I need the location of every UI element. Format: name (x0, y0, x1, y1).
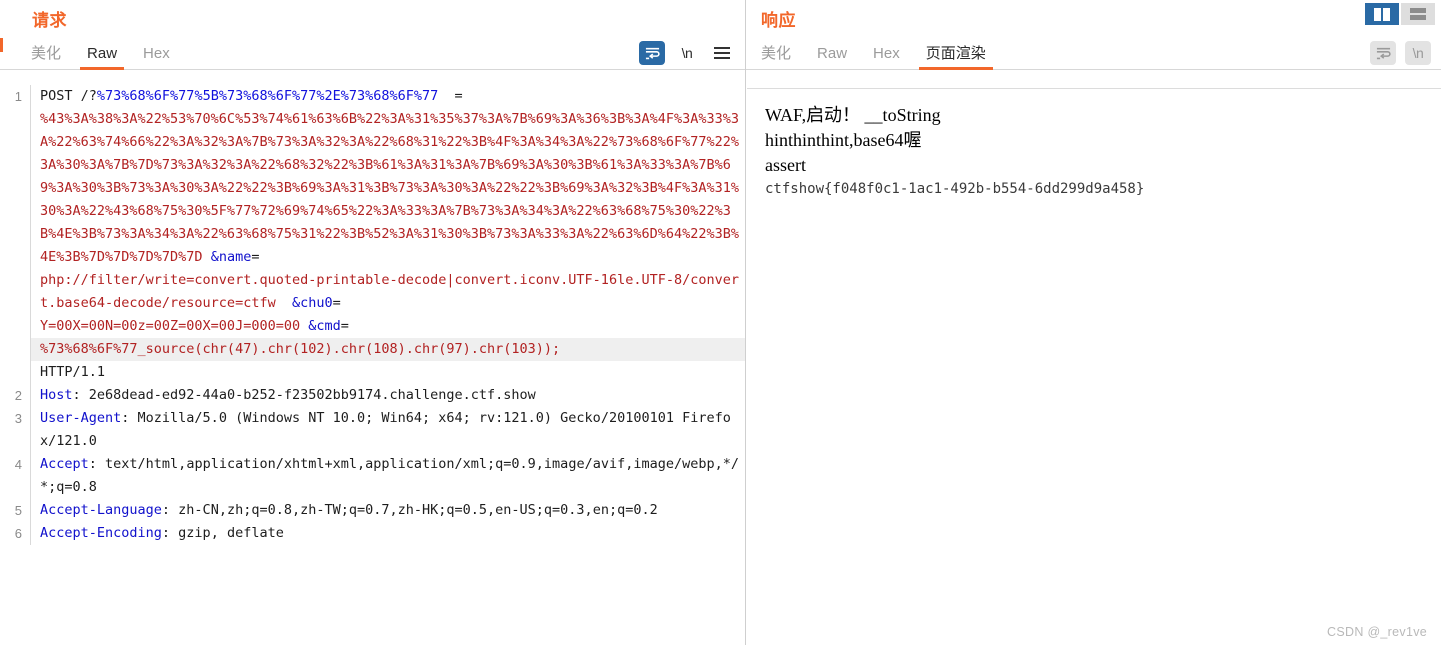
code-token-key: Accept (40, 456, 89, 472)
hamburger-glyph (714, 47, 730, 59)
rendered-line: WAF,启动！ __toString (765, 105, 941, 125)
code-token-plain: = (332, 295, 341, 311)
code-token-red: Y=00X=00N=00z=00Z=00X=00J=000=00 (40, 318, 301, 334)
code-token-plain: : text/html,application/xhtml+xml,applic… (40, 456, 739, 495)
response-rendered-page: WAF,启动！ __toString hinthinthint,base64喔 … (747, 88, 1441, 645)
tab-response-render[interactable]: 页面渲染 (913, 45, 999, 70)
code-token-key: &chu0 (291, 295, 333, 311)
code-token-key: Accept-Encoding (40, 525, 162, 541)
layout-toggle-group (1365, 3, 1435, 25)
line-number: 2 (14, 388, 22, 403)
line-number: 3 (14, 411, 22, 426)
code-token-key: &name (210, 249, 252, 265)
request-code-lines: 1 POST /?%73%68%6F%77%5B%73%68%6F%77%2E%7… (0, 85, 745, 545)
tab-request-beautify[interactable]: 美化 (18, 45, 74, 69)
burp-request-response-view: 请求 美化 Raw Hex \n 1 POST /?%73%68%6F%77%5… (0, 0, 1441, 645)
code-row: %73%68%6F%77_source(chr(47).chr(102).chr… (0, 338, 745, 361)
vertical-split-layout-icon[interactable] (1365, 3, 1399, 25)
code-token-plain: : gzip, deflate (161, 525, 284, 541)
tab-response-raw[interactable]: Raw (804, 45, 860, 69)
code-line[interactable]: POST /?%73%68%6F%77%5B%73%68%6F%77%2E%73… (30, 85, 745, 338)
code-token-key: Accept-Language (40, 502, 162, 518)
code-token-key: Host (40, 387, 73, 403)
flag-text: ctfshow{f048f0c1-1ac1-492b-b554-6dd299d9… (765, 181, 1145, 197)
code-row: 4 Accept: text/html,application/xhtml+xml… (0, 453, 745, 499)
code-line[interactable]: Accept-Encoding: gzip, deflate (30, 522, 745, 545)
line-number: 5 (14, 503, 22, 518)
newline-icon[interactable]: \n (674, 41, 700, 65)
word-wrap-icon[interactable] (1370, 41, 1396, 65)
line-number: 1 (14, 89, 22, 104)
response-tool-buttons: \n (1370, 41, 1431, 65)
tab-request-raw[interactable]: Raw (74, 45, 130, 70)
code-line[interactable]: Accept: text/html,application/xhtml+xml,… (30, 453, 745, 499)
code-line[interactable]: HTTP/1.1 (30, 361, 745, 384)
rendered-line: assert (765, 155, 806, 175)
code-row: 3 User-Agent: Mozilla/5.0 (Windows NT 10.… (0, 407, 745, 453)
request-panel-title: 请求 (32, 11, 67, 30)
code-line[interactable]: Host: 2e68dead-ed92-44a0-b252-f23502bb91… (30, 384, 745, 407)
code-line[interactable]: %73%68%6F%77_source(chr(47).chr(102).chr… (30, 338, 745, 361)
code-row: HTTP/1.1 (0, 361, 745, 384)
response-tabbar: 美化 Raw Hex 页面渲染 \n (746, 37, 1441, 70)
code-token-key: &cmd (308, 318, 341, 334)
code-token-plain: = (340, 318, 349, 334)
watermark: CSDN @_rev1ve (1327, 625, 1427, 639)
code-row: 6 Accept-Encoding: gzip, deflate (0, 522, 745, 545)
code-token-blue: %73%68%6F%77%5B%73%68%6F%77%2E%73%68%6F%… (96, 88, 439, 104)
newline-icon-label: \n (1412, 45, 1424, 61)
response-panel-title: 响应 (761, 11, 796, 30)
code-line[interactable]: User-Agent: Mozilla/5.0 (Windows NT 10.0… (30, 407, 745, 453)
request-code-area[interactable]: 1 POST /?%73%68%6F%77%5B%73%68%6F%77%2E%7… (0, 85, 745, 645)
code-token-plain: = (251, 249, 260, 265)
tab-response-hex[interactable]: Hex (860, 45, 913, 69)
tab-response-beautify[interactable]: 美化 (748, 45, 804, 69)
code-row: 1 POST /?%73%68%6F%77%5B%73%68%6F%77%2E%7… (0, 85, 745, 338)
rendered-line: hinthinthint,base64喔 (765, 130, 922, 150)
code-row: 5 Accept-Language: zh-CN,zh;q=0.8,zh-TW;q… (0, 499, 745, 522)
code-token-plain: : 2e68dead-ed92-44a0-b252-f23502bb9174.c… (72, 387, 536, 403)
code-token-red: %73%68%6F%77_source(chr(47).chr(102).chr… (40, 341, 561, 357)
tab-request-hex[interactable]: Hex (130, 45, 183, 69)
code-line[interactable]: Accept-Language: zh-CN,zh;q=0.8,zh-TW;q=… (30, 499, 745, 522)
code-token-plain: HTTP/1.1 (40, 364, 106, 380)
code-token-plain: /? (80, 88, 97, 104)
code-token-plain: : zh-CN,zh;q=0.8,zh-TW;q=0.7,zh-HK;q=0.5… (161, 502, 658, 518)
word-wrap-icon[interactable] (639, 41, 665, 65)
menu-icon[interactable] (709, 41, 735, 65)
horizontal-split-layout-icon[interactable] (1401, 3, 1435, 25)
code-token-plain: : Mozilla/5.0 (Windows NT 10.0; Win64; x… (40, 410, 731, 449)
request-panel: 请求 美化 Raw Hex \n 1 POST /?%73%68%6F%77%5… (0, 0, 746, 645)
line-number: 6 (14, 526, 22, 541)
line-number: 4 (14, 457, 22, 472)
code-token-key: User-Agent (40, 410, 122, 426)
newline-icon-label: \n (681, 45, 693, 61)
code-token-red: %43%3A%38%3A%22%53%70%6C%53%74%61%63%6B%… (40, 111, 739, 265)
code-token-plain: POST (40, 88, 81, 104)
code-token-plain: = (438, 88, 463, 104)
code-row: 2 Host: 2e68dead-ed92-44a0-b252-f23502bb9… (0, 384, 745, 407)
response-panel: 响应 美化 Raw Hex 页面渲染 \n WAF,启动！ __toString… (746, 0, 1441, 645)
request-tabbar: 美化 Raw Hex \n (0, 37, 745, 70)
request-tool-buttons: \n (639, 41, 735, 65)
newline-icon[interactable]: \n (1405, 41, 1431, 65)
code-token-red: php://filter/write=convert.quoted-printa… (40, 272, 739, 311)
